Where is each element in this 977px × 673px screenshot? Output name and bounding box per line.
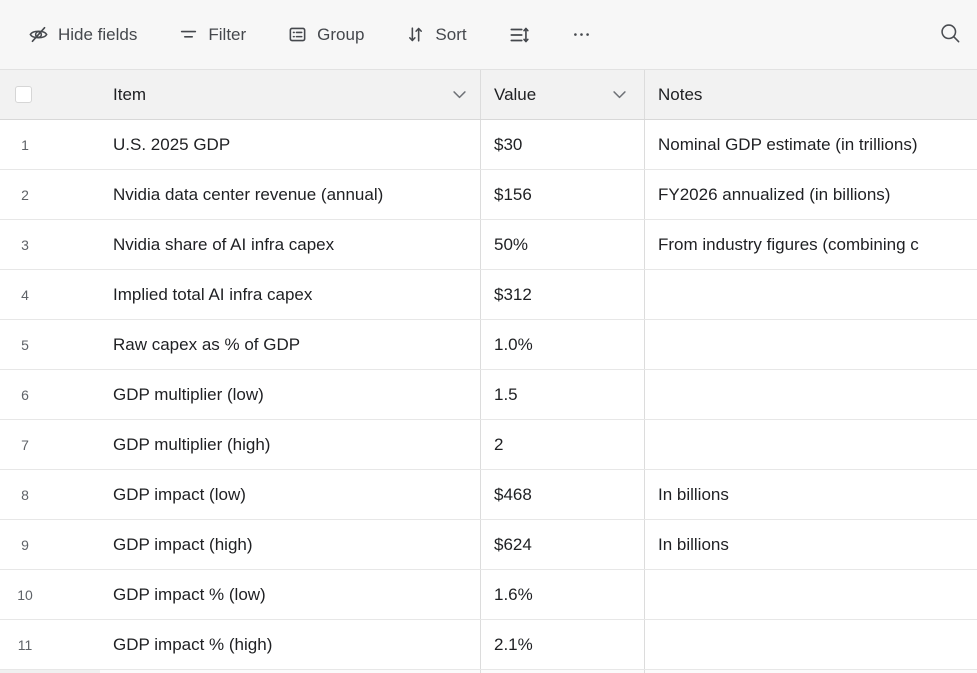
row-number: 7 <box>0 437 50 453</box>
row-number: 4 <box>0 287 50 303</box>
row-number: 6 <box>0 387 50 403</box>
chevron-down-icon[interactable] <box>453 90 466 99</box>
table-row: 9 GDP impact (high) $624 In billions <box>0 520 977 570</box>
row-number-cell[interactable]: 11 <box>0 620 100 669</box>
value-cell[interactable]: 2.1% <box>481 620 645 669</box>
row-number-cell[interactable]: 7 <box>0 420 100 469</box>
item-cell[interactable]: GDP impact % (low) <box>100 570 481 619</box>
table-row: 2 Nvidia data center revenue (annual) $1… <box>0 170 977 220</box>
column-header-value[interactable]: Value <box>481 70 645 119</box>
table-row: 1 U.S. 2025 GDP $30 Nominal GDP estimate… <box>0 120 977 170</box>
select-all-checkbox[interactable] <box>15 86 32 103</box>
search-button[interactable] <box>938 21 962 48</box>
item-cell[interactable]: Nvidia share of AI infra capex <box>100 220 481 269</box>
row-number-cell[interactable]: 4 <box>0 270 100 319</box>
notes-cell[interactable]: In billions <box>645 520 977 569</box>
sort-icon <box>405 24 426 45</box>
item-cell[interactable]: GDP impact (low) <box>100 470 481 519</box>
row-number-cell[interactable]: 6 <box>0 370 100 419</box>
filter-icon <box>178 24 199 45</box>
ellipsis-icon <box>571 24 592 45</box>
row-number: 8 <box>0 487 50 503</box>
more-options-button[interactable] <box>571 24 592 45</box>
row-number: 10 <box>0 587 50 603</box>
row-number: 5 <box>0 337 50 353</box>
item-cell[interactable]: GDP impact % (high) <box>100 620 481 669</box>
notes-cell[interactable] <box>645 270 977 319</box>
table-row: 3 Nvidia share of AI infra capex 50% Fro… <box>0 220 977 270</box>
table-row: 6 GDP multiplier (low) 1.5 <box>0 370 977 420</box>
view-toolbar: Hide fields Filter Group <box>0 0 977 70</box>
row-number-cell[interactable]: 2 <box>0 170 100 219</box>
group-label: Group <box>317 26 364 43</box>
item-cell[interactable]: U.S. 2025 GDP <box>100 120 481 169</box>
row-number-cell[interactable]: 1 <box>0 120 100 169</box>
column-header-value-label: Value <box>494 85 536 105</box>
column-header-item[interactable]: Item <box>100 70 481 119</box>
notes-cell[interactable]: From industry figures (combining c <box>645 220 977 269</box>
hide-fields-button[interactable]: Hide fields <box>28 24 137 45</box>
notes-cell[interactable] <box>645 620 977 669</box>
table-row: 11 GDP impact % (high) 2.1% <box>0 620 977 670</box>
item-cell[interactable]: Nvidia data center revenue (annual) <box>100 170 481 219</box>
table-row: 5 Raw capex as % of GDP 1.0% <box>0 320 977 370</box>
sort-label: Sort <box>435 26 466 43</box>
column-header-notes[interactable]: Notes <box>645 70 977 119</box>
filter-label: Filter <box>208 26 246 43</box>
value-cell[interactable]: 1.5 <box>481 370 645 419</box>
select-all-cell <box>0 70 100 119</box>
table-header: Item Value Notes <box>0 70 977 120</box>
row-number: 1 <box>0 137 50 153</box>
row-number-cell[interactable]: 10 <box>0 570 100 619</box>
table-row: 4 Implied total AI infra capex $312 <box>0 270 977 320</box>
notes-cell[interactable] <box>645 570 977 619</box>
value-cell[interactable]: 1.0% <box>481 320 645 369</box>
search-icon <box>938 21 962 48</box>
row-number-cell[interactable]: 3 <box>0 220 100 269</box>
notes-cell[interactable] <box>645 370 977 419</box>
chevron-down-icon[interactable] <box>613 90 626 99</box>
eye-off-icon <box>28 24 49 45</box>
column-header-item-label: Item <box>113 85 146 105</box>
row-height-button[interactable] <box>508 24 530 46</box>
item-cell[interactable]: GDP impact (high) <box>100 520 481 569</box>
row-number: 11 <box>0 637 50 653</box>
sort-button[interactable]: Sort <box>405 24 466 45</box>
row-number: 9 <box>0 537 50 553</box>
value-cell[interactable]: 1.6% <box>481 570 645 619</box>
row-number-cell[interactable]: 5 <box>0 320 100 369</box>
row-number-cell[interactable]: 8 <box>0 470 100 519</box>
notes-cell[interactable]: In billions <box>645 470 977 519</box>
row-number: 3 <box>0 237 50 253</box>
value-cell[interactable]: 2 <box>481 420 645 469</box>
notes-cell[interactable]: FY2026 annualized (in billions) <box>645 170 977 219</box>
value-cell[interactable]: $624 <box>481 520 645 569</box>
table-row: 8 GDP impact (low) $468 In billions <box>0 470 977 520</box>
item-cell[interactable]: Raw capex as % of GDP <box>100 320 481 369</box>
notes-cell[interactable]: Nominal GDP estimate (in trillions) <box>645 120 977 169</box>
table-row: 10 GDP impact % (low) 1.6% <box>0 570 977 620</box>
item-cell[interactable]: GDP multiplier (high) <box>100 420 481 469</box>
value-cell[interactable]: $30 <box>481 120 645 169</box>
notes-cell[interactable] <box>645 320 977 369</box>
group-icon <box>287 24 308 45</box>
column-header-notes-label: Notes <box>658 85 702 105</box>
row-number: 2 <box>0 187 50 203</box>
filter-button[interactable]: Filter <box>178 24 246 45</box>
table-body: 1 U.S. 2025 GDP $30 Nominal GDP estimate… <box>0 120 977 670</box>
grid-view: Hide fields Filter Group <box>0 0 977 673</box>
row-number-cell[interactable]: 9 <box>0 520 100 569</box>
value-cell[interactable]: 50% <box>481 220 645 269</box>
item-cell[interactable]: GDP multiplier (low) <box>100 370 481 419</box>
item-cell[interactable]: Implied total AI infra capex <box>100 270 481 319</box>
row-height-icon <box>508 24 530 46</box>
value-cell[interactable]: $156 <box>481 170 645 219</box>
group-button[interactable]: Group <box>287 24 364 45</box>
table-row: 7 GDP multiplier (high) 2 <box>0 420 977 470</box>
hide-fields-label: Hide fields <box>58 26 137 43</box>
value-cell[interactable]: $312 <box>481 270 645 319</box>
notes-cell[interactable] <box>645 420 977 469</box>
value-cell[interactable]: $468 <box>481 470 645 519</box>
